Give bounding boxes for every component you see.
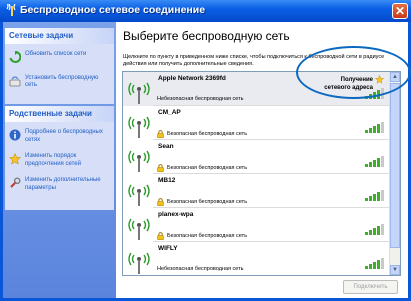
- signal-strength-icon: [365, 190, 384, 201]
- highlight-ring: [296, 46, 411, 99]
- title-bar[interactable]: Беспроводное сетевое соединение ✕: [0, 0, 411, 22]
- wireless-setup-icon: [9, 76, 21, 86]
- signal-strength-icon: [365, 156, 384, 167]
- related-tasks-panel: Родственные задачи Подробнее о беспровод…: [5, 106, 114, 210]
- network-item[interactable]: planex-wpa Безопасная беспроводная сеть: [123, 208, 389, 242]
- scrollbar-thumb[interactable]: [390, 83, 400, 248]
- wireless-antenna-icon: [128, 252, 150, 274]
- network-status-text: Небезопасная беспроводная сеть: [157, 96, 244, 102]
- refresh-network-list-label: Обновить список сети: [25, 51, 87, 57]
- wireless-antenna-icon: [128, 218, 150, 240]
- lock-icon: [157, 164, 164, 172]
- lock-icon: [157, 130, 164, 138]
- change-network-order-label: Изменить порядок предпочтения сетей: [25, 153, 81, 167]
- signal-strength-icon: [365, 258, 384, 269]
- network-item[interactable]: CM_AP Безопасная беспроводная сеть: [123, 106, 389, 140]
- network-ssid: MB12: [158, 177, 176, 184]
- close-button[interactable]: ✕: [392, 3, 408, 19]
- network-list[interactable]: Apple Network 2369fd Небезопасная беспров…: [122, 71, 401, 276]
- wireless-antenna-icon: [128, 82, 150, 104]
- wireless-antenna-icon: [128, 150, 150, 172]
- network-item[interactable]: WIFLY Небезопасная беспроводная сеть: [123, 242, 389, 275]
- sidebar: Сетевые задачи Обновить список сети Уста…: [3, 22, 116, 298]
- network-security-status: Безопасная беспроводная сеть: [157, 232, 247, 240]
- scroll-down-button[interactable]: ▼: [390, 265, 400, 275]
- change-network-order-link[interactable]: Изменить порядок предпочтения сетей: [5, 150, 114, 171]
- learn-about-wireless-label: Подробнее о беспроводных сетях: [25, 129, 103, 143]
- network-status-text: Безопасная беспроводная сеть: [167, 199, 248, 205]
- network-status-text: Безопасная беспроводная сеть: [167, 233, 248, 239]
- network-ssid: Apple Network 2369fd: [158, 75, 226, 82]
- related-tasks-title: Родственные задачи: [5, 106, 114, 122]
- settings-icon: [10, 177, 21, 188]
- setup-wireless-network-link[interactable]: Установить беспроводную сеть: [5, 72, 114, 93]
- network-item[interactable]: MB12 Безопасная беспроводная сеть: [123, 174, 389, 208]
- wireless-connection-window: Беспроводное сетевое соединение ✕ Сетевы…: [0, 0, 411, 301]
- network-item[interactable]: Sean Безопасная беспроводная сеть: [123, 140, 389, 174]
- network-security-status: Безопасная беспроводная сеть: [157, 198, 247, 206]
- network-security-status: Безопасная беспроводная сеть: [157, 130, 247, 138]
- window-title: Беспроводное сетевое соединение: [20, 4, 206, 16]
- setup-wireless-network-label: Установить беспроводную сеть: [25, 74, 99, 89]
- network-security-status: Небезопасная беспроводная сеть: [157, 96, 244, 102]
- star-icon: [9, 153, 21, 165]
- network-status-text: Безопасная беспроводная сеть: [167, 131, 248, 137]
- refresh-icon: [9, 51, 21, 63]
- wireless-network-icon: [6, 4, 16, 16]
- lock-icon: [157, 232, 164, 240]
- connect-button[interactable]: Подключить: [343, 280, 398, 294]
- network-ssid: CM_AP: [158, 109, 181, 116]
- network-security-status: Безопасная беспроводная сеть: [157, 164, 247, 172]
- refresh-network-list-link[interactable]: Обновить список сети: [5, 48, 114, 63]
- learn-about-wireless-link[interactable]: Подробнее о беспроводных сетях: [5, 126, 114, 147]
- wireless-antenna-icon: [128, 184, 150, 206]
- network-status-text: Небезопасная беспроводная сеть: [157, 266, 244, 272]
- change-advanced-settings-label: Изменить дополнительные параметры: [25, 177, 101, 191]
- info-icon: [9, 129, 21, 141]
- network-ssid: WIFLY: [158, 245, 178, 252]
- scrollbar[interactable]: ▲ ▼: [389, 72, 400, 275]
- signal-strength-icon: [365, 122, 384, 133]
- signal-strength-icon: [365, 224, 384, 235]
- network-ssid: planex-wpa: [158, 211, 194, 218]
- change-advanced-settings-link[interactable]: Изменить дополнительные параметры: [5, 174, 114, 195]
- page-title: Выберите беспроводную сеть: [123, 29, 290, 43]
- network-tasks-panel: Сетевые задачи Обновить список сети Уста…: [5, 28, 114, 104]
- network-security-status: Небезопасная беспроводная сеть: [157, 266, 244, 272]
- network-tasks-title: Сетевые задачи: [5, 28, 114, 44]
- network-ssid: Sean: [158, 143, 174, 150]
- lock-icon: [157, 198, 164, 206]
- wireless-antenna-icon: [128, 116, 150, 138]
- network-status-text: Безопасная беспроводная сеть: [167, 165, 248, 171]
